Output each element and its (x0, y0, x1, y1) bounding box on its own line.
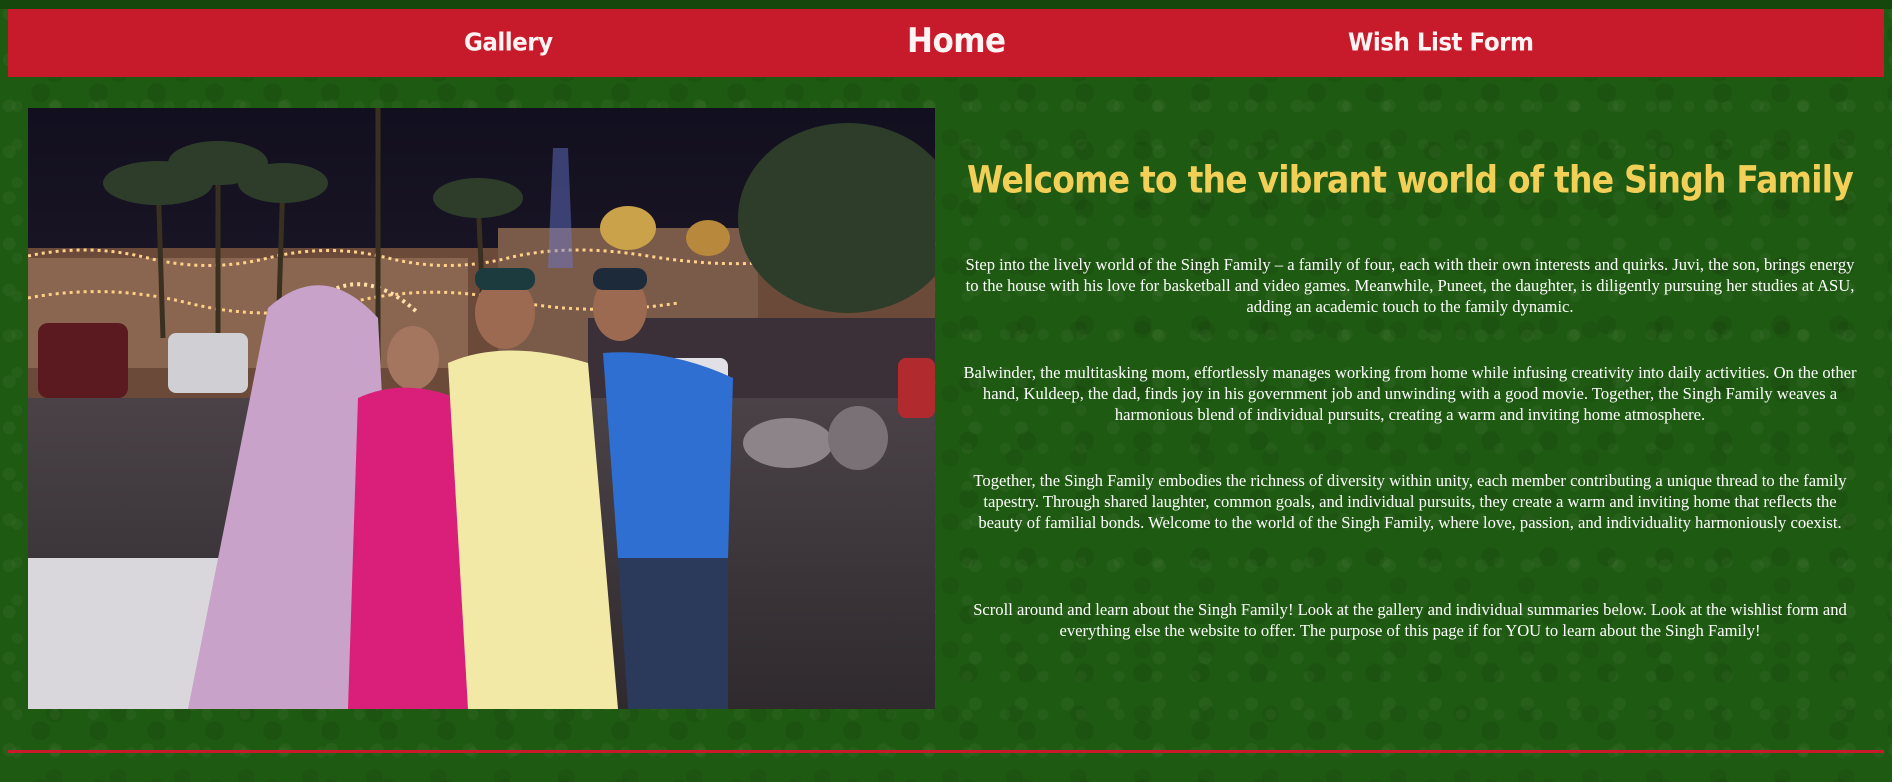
parents-paragraph: Balwinder, the multitasking mom, effortl… (963, 362, 1857, 424)
family-photo (28, 108, 935, 709)
footer-divider (8, 750, 1884, 753)
nav-link-home[interactable]: Home (907, 4, 1006, 77)
nav-link-wish-list-form[interactable]: Wish List Form (1348, 6, 1534, 79)
nav-bar: Gallery Home Wish List Form (8, 9, 1884, 77)
unity-paragraph: Together, the Singh Family embodies the … (973, 470, 1847, 532)
welcome-heading: Welcome to the vibrant world of the Sing… (967, 157, 1854, 202)
intro-paragraph: Step into the lively world of the Singh … (965, 254, 1855, 316)
nav-link-gallery[interactable]: Gallery (464, 6, 553, 79)
explore-paragraph: Scroll around and learn about the Singh … (973, 599, 1847, 640)
